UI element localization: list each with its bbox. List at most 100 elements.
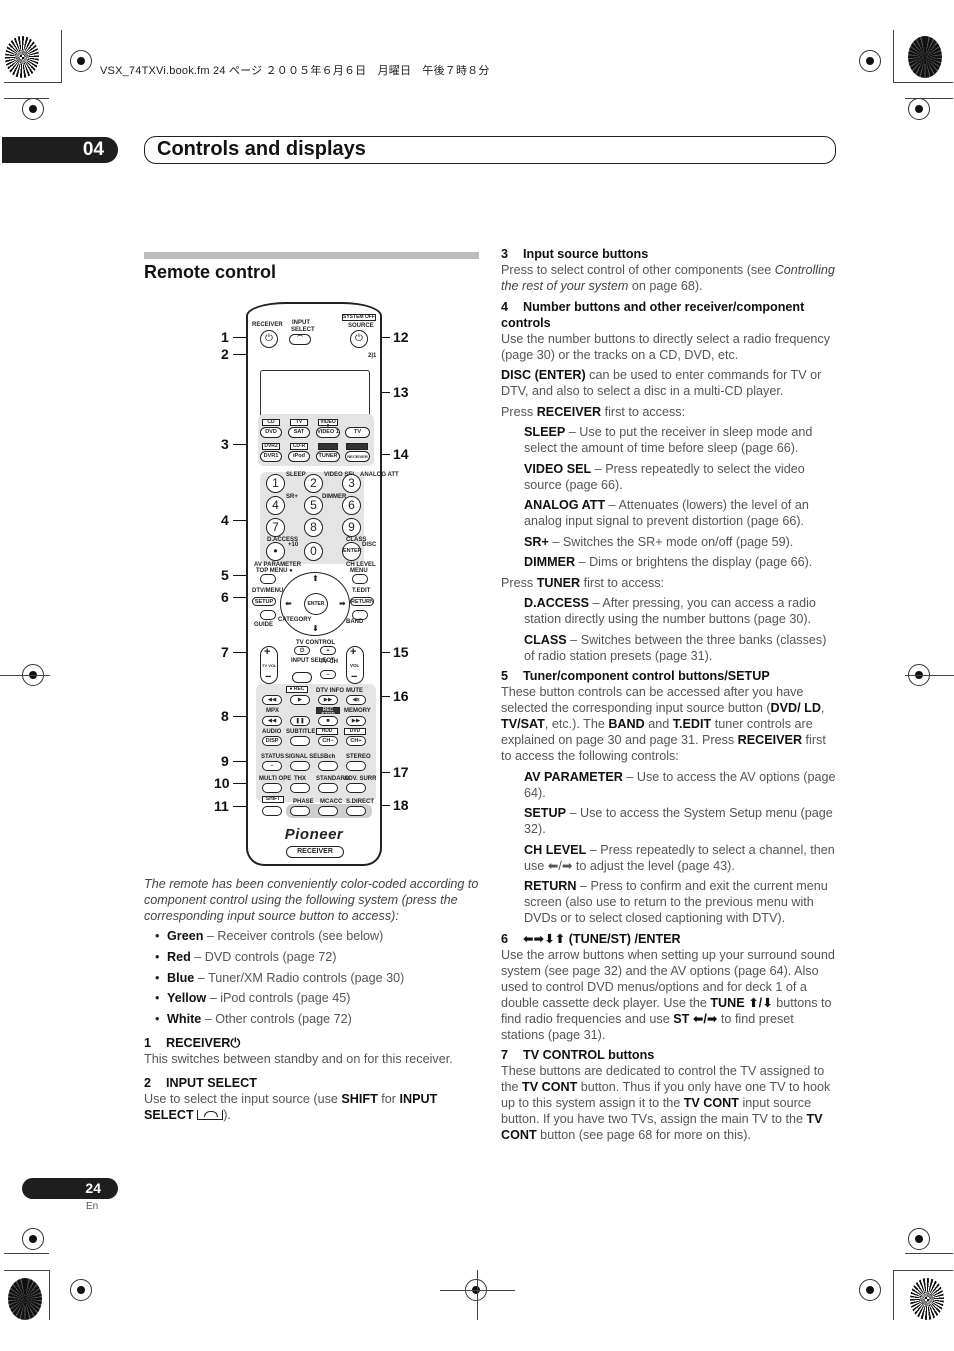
tv-vol-label: TV VOL	[262, 663, 277, 668]
input-dvr1-button[interactable]: DVR1	[260, 451, 282, 462]
input-select-button[interactable]: ⌒	[289, 334, 311, 345]
adv-surr-button[interactable]	[346, 783, 366, 793]
registration-target-icon	[22, 1228, 44, 1250]
volume-rocker[interactable]: + VOL −	[346, 646, 364, 684]
tune-up-arrow-icon[interactable]: ⬆	[312, 574, 319, 583]
callout-number: 5	[221, 567, 229, 583]
input-tuner-button[interactable]: TUNER	[316, 451, 340, 462]
tv-input-select-button[interactable]	[292, 672, 312, 683]
status-button[interactable]: −	[262, 761, 282, 771]
sbch-button[interactable]	[318, 761, 338, 771]
item-heading: 1 RECEIVER⏻	[144, 1036, 241, 1050]
input-video1-button[interactable]: VIDEO 1	[316, 427, 340, 438]
callout-number: 9	[221, 753, 229, 769]
item-body: Use to select the input source (use SHIF…	[144, 1092, 438, 1122]
input-ipod-button[interactable]: iPod	[288, 451, 310, 462]
number-button-9[interactable]: 9	[342, 518, 361, 537]
av-parameter-button[interactable]	[260, 574, 276, 584]
input-tv-cont-button[interactable]: TV CONT	[345, 427, 370, 438]
thx-button[interactable]	[290, 783, 310, 793]
return-button[interactable]: RETURN	[350, 597, 374, 606]
registration-starburst-icon	[908, 36, 942, 78]
number-button-8[interactable]: 8	[304, 518, 323, 537]
pause-button[interactable]: ❚❚	[290, 716, 310, 726]
multi-ope-button[interactable]	[262, 783, 282, 793]
ch-minus-button[interactable]: CH−	[318, 736, 338, 746]
tv-ch-label: TV CH	[320, 659, 338, 665]
registration-target-icon	[859, 50, 881, 72]
item-6-arrow-buttons: 6 ⬅➡⬇⬆ (TUNE/ST) /ENTER Use the arrow but…	[501, 931, 835, 1042]
fast-forward-button[interactable]: ▶▶	[318, 695, 338, 705]
number-button-1[interactable]: 1	[266, 474, 285, 493]
number-button-4[interactable]: 4	[266, 496, 285, 515]
previous-track-button[interactable]: ◀◀	[262, 716, 282, 726]
item-5-tuner-controls: 5 Tuner/component control buttons/SETUP T…	[501, 669, 836, 925]
number-button-0[interactable]: 0	[304, 542, 323, 561]
phase-button[interactable]	[290, 806, 310, 816]
input-sat-button[interactable]: SAT	[288, 427, 310, 438]
source-label: SOURCE	[348, 323, 374, 329]
registration-starburst-icon	[8, 1278, 42, 1320]
rewind-button[interactable]: ◀◀	[262, 695, 282, 705]
shift-button[interactable]	[262, 806, 282, 816]
system-off-label: SYSTEM OFF	[342, 314, 376, 321]
tv-ch-down-button[interactable]: −	[320, 670, 336, 679]
tv-power-button[interactable]: ⏻	[294, 646, 310, 655]
crop-mark	[61, 30, 62, 82]
disc-label: DISC	[362, 542, 377, 548]
item-1-receiver: 1 RECEIVER⏻ This switches between standby…	[144, 1035, 479, 1072]
guide-label: GUIDE	[254, 622, 274, 628]
ch-level-button[interactable]	[352, 574, 368, 584]
plus10-label: +10	[288, 542, 299, 548]
crop-mark	[0, 675, 50, 676]
input-tag: DVR2	[262, 443, 280, 450]
number-button-2[interactable]: 2	[304, 474, 323, 493]
input-tag: CD-R	[290, 443, 308, 450]
guide-button[interactable]	[260, 610, 276, 620]
list-item: Blue – Tuner/XM Radio controls (page 30)	[155, 970, 475, 986]
number-button-5[interactable]: 5	[304, 496, 323, 515]
sr-label: SR+	[286, 494, 298, 500]
source-power-button[interactable]: ⏻	[350, 330, 368, 348]
setup-button[interactable]: SETUP	[252, 597, 276, 606]
signal-sel-button[interactable]	[290, 761, 310, 771]
number-button-7[interactable]: 7	[266, 518, 285, 537]
input-dvd-button[interactable]: DVD	[260, 427, 282, 438]
standard-button[interactable]	[318, 783, 338, 793]
ch-plus-button[interactable]: CH+	[346, 736, 366, 746]
crop-mark	[905, 1253, 953, 1254]
st-left-arrow-icon[interactable]: ⬅	[285, 599, 292, 608]
mute-button[interactable]: ◀x	[346, 695, 366, 705]
input-tag	[318, 443, 338, 450]
stereo-button[interactable]	[346, 761, 366, 771]
disp-button[interactable]: DISP	[262, 736, 282, 746]
s-direct-button[interactable]	[346, 806, 366, 816]
tune-down-arrow-icon[interactable]: ⬇	[312, 624, 319, 633]
number-button-3[interactable]: 3	[342, 474, 361, 493]
play-button[interactable]: ▶	[290, 695, 310, 705]
dot-button[interactable]: •	[266, 542, 285, 561]
st-right-arrow-icon[interactable]: ➡	[339, 599, 346, 608]
tv-ch-up-button[interactable]: +	[320, 646, 336, 655]
receiver-power-button[interactable]: ⏻	[260, 330, 278, 348]
stop-button[interactable]: ■	[318, 716, 338, 726]
rec-stop-label: REC STOP	[316, 707, 340, 718]
subtitle-button[interactable]	[290, 736, 310, 746]
crop-mark	[4, 1253, 49, 1254]
shift-label: SHIFT	[262, 796, 284, 803]
crop-mark	[893, 1270, 894, 1320]
crop-mark	[893, 82, 953, 83]
next-track-button[interactable]: ▶▶	[346, 716, 366, 726]
dpad-enter-button[interactable]: ENTER	[304, 593, 328, 615]
top-menu-label: TOP MENU ●	[256, 568, 293, 574]
input-receiver-button[interactable]: RECEIVER	[345, 451, 370, 462]
number-button-6[interactable]: 6	[342, 496, 361, 515]
multi-ope-label: MULTI OPE	[259, 776, 292, 782]
input-select-icon	[197, 1110, 224, 1120]
tv-volume-rocker[interactable]: + TV VOL −	[260, 646, 278, 684]
crop-mark	[905, 675, 954, 676]
dimmer-label: DIMMER	[322, 494, 347, 500]
mcacc-button[interactable]	[318, 806, 338, 816]
enter-button[interactable]: ENTER	[342, 542, 362, 561]
list-item: Yellow – iPod controls (page 45)	[155, 990, 475, 1006]
